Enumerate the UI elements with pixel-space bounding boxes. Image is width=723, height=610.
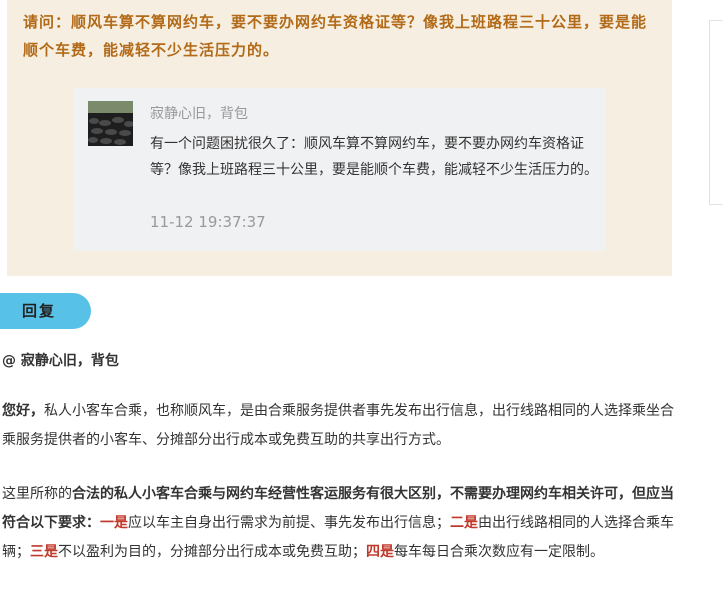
paragraph-text: 私人小客车合乘，也称顺风车，是由合乘服务提供者事先发布出行信息，出行线路相同的人… <box>2 403 674 448</box>
greeting: 您好， <box>2 403 44 419</box>
avatar <box>88 101 133 146</box>
paragraph-intro: 这里所称的 <box>2 486 72 502</box>
quote-content: 有一个问题困扰很久了：顺风车算不算网约车，要不要办网约车资格证等？像我上班路程三… <box>150 136 598 178</box>
side-panel <box>709 20 723 205</box>
requirement-label-3: 三是 <box>30 544 58 560</box>
reply-paragraph-2: 这里所称的合法的私人小客车合乘与网约车经营性客运服务有很大区别，不需要办理网约车… <box>2 480 682 567</box>
reply-button[interactable]: 回复 <box>0 293 91 329</box>
question-card: 请问：顺风车算不算网约车，要不要办网约车资格证等？像我上班路程三十公里，要是能顺… <box>7 0 672 276</box>
requirement-text-1: 应以车主自身出行需求为前提、事先发布出行信息； <box>128 515 450 531</box>
quoted-message: 寂静心旧，背包 有一个问题困扰很久了：顺风车算不算网约车，要不要办网约车资格证等… <box>74 88 605 251</box>
quote-author: 寂静心旧，背包 <box>150 106 248 122</box>
requirement-text-4: 每车每日合乘次数应有一定限制。 <box>394 544 604 560</box>
requirement-label-1: 一是 <box>100 515 128 531</box>
mention-line: @ 寂静心旧，背包 <box>2 353 119 369</box>
requirement-text-3: 不以盈利为目的，分摊部分出行成本或免费互助； <box>58 544 366 560</box>
requirement-label-4: 四是 <box>366 544 394 560</box>
question-text: 请问：顺风车算不算网约车，要不要办网约车资格证等？像我上班路程三十公里，要是能顺… <box>23 13 648 59</box>
reply-paragraph-1: 您好，私人小客车合乘，也称顺风车，是由合乘服务提供者事先发布出行信息，出行线路相… <box>2 397 682 455</box>
quote-timestamp: 11-12 19:37:37 <box>150 213 266 231</box>
requirement-label-2: 二是 <box>450 515 478 531</box>
